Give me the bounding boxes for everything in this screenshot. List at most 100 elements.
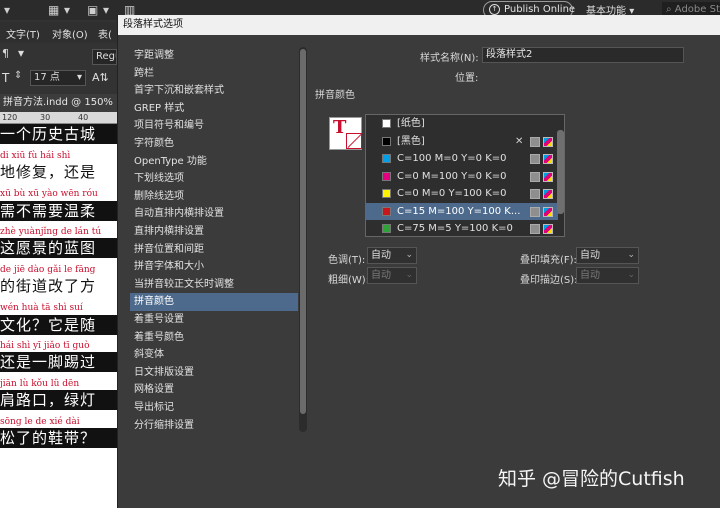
overprint-stroke-dropdown[interactable]: 自动 ⌄ (576, 267, 639, 284)
cmyk-mode-icon (543, 189, 553, 199)
process-color-icon (530, 206, 540, 217)
category-item[interactable]: OpenType 功能 (130, 153, 298, 171)
horizontal-ruler: 120 30 40 (0, 112, 117, 124)
swatch-row[interactable]: C=0 M=100 Y=0 K=0 (366, 168, 558, 186)
cmyk-mode-icon (543, 154, 553, 164)
font-family-field[interactable]: Regu (92, 49, 117, 65)
swatch-row[interactable]: [纸色] (366, 115, 558, 133)
weight-label: 粗细(W): (328, 275, 370, 286)
swatch-chip (382, 171, 391, 181)
category-item[interactable]: 拼音位置和间距 (130, 241, 298, 259)
cmyk-mode-icon (543, 136, 553, 147)
style-name-input[interactable]: 段落样式2 (482, 47, 684, 63)
screen-mode-icon[interactable]: ▣ (87, 3, 98, 17)
indesign-window: ▾ ▦ ▾ ▣ ▾ ▥ ↑ Publish Online 基本功能 ▾ ⌕ Ad… (0, 0, 720, 508)
tint-dropdown[interactable]: 自动 ⌄ (367, 247, 417, 264)
category-item-ruby-color[interactable]: 拼音颜色 (130, 293, 298, 311)
chevron-down-icon: ⌄ (627, 270, 635, 280)
ruby-color-icon[interactable]: T (329, 117, 363, 150)
category-item[interactable]: 网格设置 (130, 381, 298, 399)
category-item[interactable]: 下划线选项 (130, 170, 298, 188)
text-line: 这愿景的蓝图 (0, 238, 117, 258)
tracking-icon[interactable]: A⇅ (92, 71, 109, 84)
cmyk-mode-icon (543, 224, 553, 234)
swatch-name: C=100 M=0 Y=0 K=0 (397, 153, 507, 164)
swatch-chip (382, 154, 391, 163)
tint-value: 自动 (371, 250, 391, 261)
swatch-chip (382, 206, 391, 216)
category-item[interactable]: 斜变体 (130, 346, 298, 364)
swatch-row[interactable]: [黑色] ✕ (366, 133, 558, 151)
chevron-down-icon[interactable]: ▾ (18, 46, 24, 60)
category-item[interactable]: 当拼音较正文长时调整 (130, 276, 298, 294)
category-item[interactable]: 跨栏 (130, 65, 298, 83)
category-scrollbar[interactable] (299, 47, 307, 432)
category-item[interactable]: 字符颜色 (130, 135, 298, 153)
swatch-row[interactable]: C=100 M=0 Y=0 K=0 (366, 150, 558, 168)
ruby-line: de jiē dào gǎi le fāng (0, 265, 96, 275)
ruby-line: jiān lù kǒu lǜ dēn (0, 379, 80, 389)
paragraph-icon[interactable]: ¶ (2, 47, 9, 60)
menu-object[interactable]: 对象(O) (52, 26, 88, 41)
position-label: 位置: (455, 73, 479, 84)
category-item[interactable]: 直排内横排设置 (130, 223, 298, 241)
text-line: 地修复，还是 (0, 162, 117, 182)
ruby-line: xū bù xū yào wēn róu (0, 189, 98, 199)
category-item[interactable]: GREP 样式 (130, 100, 298, 118)
font-size-field[interactable]: 17 点 ▾ (30, 70, 86, 86)
scrollbar-thumb[interactable] (300, 49, 306, 414)
text-line: 的街道改了方 (0, 276, 117, 296)
chevron-down-icon: ⌄ (405, 270, 413, 280)
chevron-down-icon: ▾ (76, 72, 82, 83)
search-icon: ⌕ (666, 4, 675, 15)
category-item[interactable]: 删除线选项 (130, 188, 298, 206)
category-item[interactable]: 字距调整 (130, 47, 298, 65)
chevron-down-icon[interactable]: ▾ (64, 3, 70, 17)
cmyk-mode-icon (543, 171, 553, 182)
weight-dropdown[interactable]: 自动 ⌄ (367, 267, 417, 284)
swatch-list[interactable]: [纸色] [黑色] ✕ C=100 M=0 Y=0 K=0 C=0 M=100 … (365, 114, 565, 237)
swatch-name: [纸色] (397, 118, 425, 129)
grid-view-icon[interactable]: ▦ (48, 3, 59, 17)
swatch-chip (382, 189, 391, 198)
text-line: 文化？它是随 (0, 315, 117, 335)
document-canvas[interactable]: 一个历史古城 di xiū fù hái shì 地修复，还是 xū bù xū… (0, 124, 117, 508)
overprint-fill-dropdown[interactable]: 自动 ⌄ (576, 247, 639, 264)
overprint-stroke-value: 自动 (580, 270, 600, 281)
font-size-value: 17 点 (34, 72, 60, 83)
category-item[interactable]: 着重号颜色 (130, 329, 298, 347)
category-item[interactable]: 着重号设置 (130, 311, 298, 329)
category-item[interactable]: 拼音字体和大小 (130, 258, 298, 276)
text-line: 一个历史古城 (0, 124, 117, 144)
swatch-row-selected[interactable]: C=15 M=100 Y=100 K... (366, 202, 558, 220)
settings-pane: 样式名称(N): 段落样式2 位置: 拼音颜色 T [纸色] [黑色] ✕ C=… (308, 35, 720, 508)
chevron-down-icon: ⌄ (627, 250, 635, 260)
document-tab[interactable]: 拼音方法.indd @ 150% (0, 94, 117, 112)
text-line: 还是一脚踢过 (0, 352, 117, 372)
swatch-row[interactable]: C=75 M=5 Y=100 K=0 (366, 220, 558, 236)
menu-table[interactable]: 表( (98, 26, 112, 41)
category-item[interactable]: 自动直排内横排设置 (130, 205, 298, 223)
tint-label: 色调(T): (328, 255, 366, 266)
category-item[interactable]: 项目符号和编号 (130, 117, 298, 135)
category-item[interactable]: 分行缩排设置 (130, 417, 298, 435)
category-item[interactable]: 日文排版设置 (130, 364, 298, 382)
menu-type[interactable]: 文字(T) (6, 26, 40, 41)
ruby-line: wén huà tā shì suí (0, 303, 83, 313)
swatch-name: [黑色] (397, 135, 425, 147)
swatch-row[interactable]: C=0 M=0 Y=100 K=0 (366, 185, 558, 203)
publish-online-label: Publish Online (504, 4, 576, 15)
stepper-icon[interactable]: ⇕ (14, 70, 22, 81)
chevron-down-icon[interactable]: ▾ (103, 3, 109, 17)
ruby-line: sōng le de xié dài (0, 417, 80, 427)
category-item[interactable]: 首字下沉和嵌套样式 (130, 82, 298, 100)
swatch-chip (382, 224, 391, 233)
category-item[interactable]: 导出标记 (130, 399, 298, 417)
swatch-scrollbar-thumb[interactable] (557, 130, 564, 214)
dropdown-chevron-icon[interactable]: ▾ (4, 3, 10, 17)
ruby-line: zhè yuànjǐng de lán tú (0, 227, 102, 237)
cmyk-mode-icon (543, 206, 553, 217)
search-placeholder: Adobe St (674, 4, 720, 15)
no-edit-icon: ✕ (515, 135, 524, 147)
dialog-title: 段落样式选项 (118, 15, 720, 35)
